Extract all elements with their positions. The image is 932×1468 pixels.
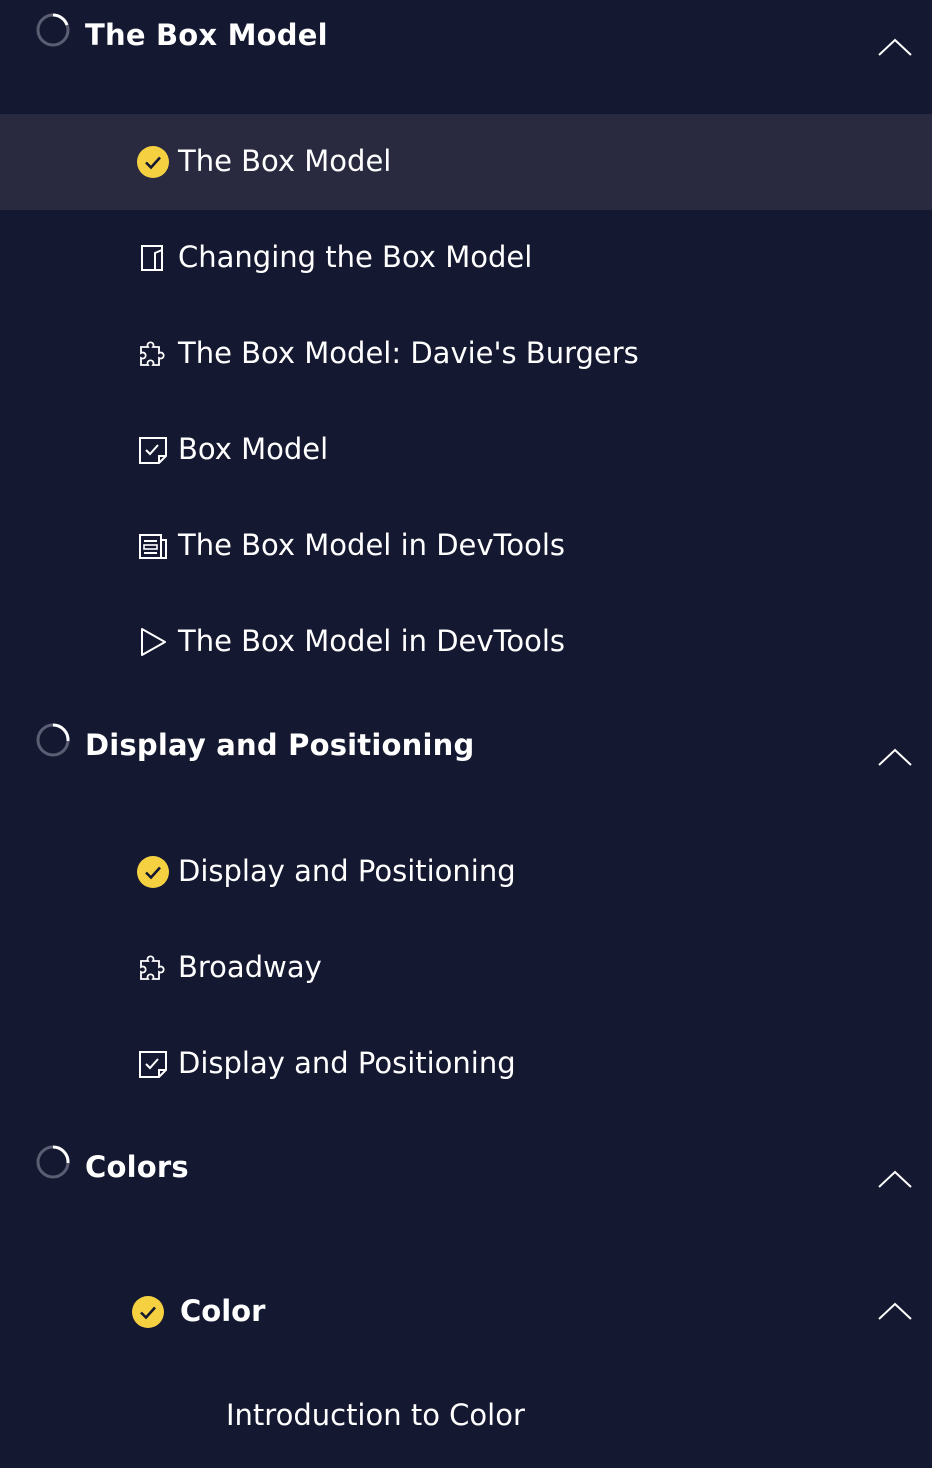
check-circle-icon <box>137 146 169 178</box>
section-header-display-positioning[interactable]: Display and Positioning <box>0 700 932 790</box>
lesson-label: The Box Model in DevTools <box>178 624 565 658</box>
chevron-up-icon[interactable] <box>878 37 912 57</box>
lesson-item-devtools-doc[interactable]: The Box Model in DevTools <box>0 498 932 594</box>
section-header-colors[interactable]: Colors <box>0 1122 932 1212</box>
chevron-up-icon[interactable] <box>878 1169 912 1189</box>
progress-ring-icon <box>36 1145 70 1179</box>
play-icon <box>137 626 169 658</box>
lesson-label: The Box Model in DevTools <box>178 528 565 562</box>
lesson-item-devtools-video[interactable]: The Box Model in DevTools <box>0 594 932 690</box>
document-icon <box>137 530 169 562</box>
progress-ring-icon <box>36 723 70 757</box>
lesson-item-display-positioning[interactable]: Display and Positioning <box>0 824 932 920</box>
lesson-item-introduction-to-color[interactable]: Introduction to Color <box>0 1370 932 1466</box>
chevron-up-icon[interactable] <box>878 747 912 767</box>
lesson-item-broadway[interactable]: Broadway <box>0 920 932 1016</box>
section-title: The Box Model <box>85 18 328 52</box>
subsection-title: Color <box>180 1294 266 1328</box>
subsection-header-color[interactable]: Color <box>0 1264 932 1360</box>
section-title: Display and Positioning <box>85 728 475 762</box>
lesson-label: Box Model <box>178 432 329 466</box>
check-circle-icon <box>132 1296 164 1328</box>
puzzle-icon <box>137 338 169 370</box>
lesson-label: Display and Positioning <box>178 854 516 888</box>
quiz-icon <box>137 434 169 466</box>
lesson-label: Broadway <box>178 950 322 984</box>
chevron-up-icon[interactable] <box>878 1301 912 1321</box>
lesson-label: Introduction to Color <box>226 1398 525 1432</box>
lesson-label: The Box Model: Davie's Burgers <box>178 336 639 370</box>
puzzle-icon <box>137 952 169 984</box>
lesson-item-display-positioning-quiz[interactable]: Display and Positioning <box>0 1016 932 1112</box>
section-title: Colors <box>85 1150 189 1184</box>
article-icon <box>137 242 169 274</box>
lesson-item-changing-the-box-model[interactable]: Changing the Box Model <box>0 210 932 306</box>
lesson-item-davies-burgers[interactable]: The Box Model: Davie's Burgers <box>0 306 932 402</box>
lesson-label: The Box Model <box>178 144 392 178</box>
progress-ring-icon <box>36 13 70 47</box>
quiz-icon <box>137 1048 169 1080</box>
lesson-item-box-model-quiz[interactable]: Box Model <box>0 402 932 498</box>
lesson-item-the-box-model[interactable]: The Box Model <box>0 114 932 210</box>
lesson-label: Display and Positioning <box>178 1046 516 1080</box>
section-header-box-model[interactable]: The Box Model <box>0 0 932 90</box>
lesson-label: Changing the Box Model <box>178 240 533 274</box>
check-circle-icon <box>137 856 169 888</box>
